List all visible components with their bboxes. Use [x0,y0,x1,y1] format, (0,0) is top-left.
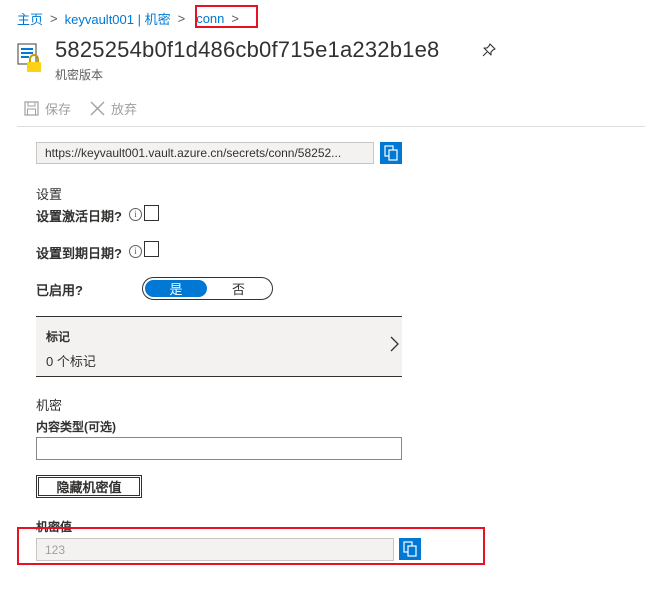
chevron-right-icon: > [177,10,186,26]
page-subtitle: 机密版本 [55,68,104,82]
page-title: 5825254b0f1d486cb0f715e1a232b1e8 [55,37,440,62]
info-icon[interactable]: i [129,245,142,258]
tags-count: 0 个标记 [46,354,96,369]
breadcrumb-vault-link[interactable]: keyvault001 | 机密 [65,9,171,28]
content-type-input[interactable] [36,437,402,460]
activation-date-checkbox[interactable] [144,205,159,221]
secret-identifier-field[interactable]: https://keyvault001.vault.azure.cn/secre… [36,142,374,164]
copy-url-button[interactable] [380,142,402,164]
info-icon[interactable]: i [129,208,142,221]
pin-icon[interactable] [482,43,496,57]
hide-secret-value-button[interactable]: 隐藏机密值 [36,475,142,498]
toggle-no-option[interactable]: 否 [207,280,270,297]
close-icon [90,101,105,116]
enabled-label: 已启用? [36,283,83,298]
secret-icon [17,43,45,73]
chevron-right-icon: > [50,10,58,26]
save-button[interactable]: 保存 [24,99,71,118]
toggle-yes-option[interactable]: 是 [145,280,207,297]
toggle-yes-label: 是 [169,282,183,297]
highlight-box-breadcrumb [195,5,258,28]
save-label: 保存 [45,102,72,117]
expiration-date-checkbox[interactable] [144,241,159,257]
expiration-date-label: 设置到期日期? [36,246,122,261]
secret-section-title: 机密 [36,398,63,413]
save-icon [24,101,39,116]
hide-secret-value-label: 隐藏机密值 [56,480,122,495]
tags-panel[interactable]: 标记 0 个标记 [36,316,402,377]
copy-icon [384,145,398,161]
settings-section-title: 设置 [36,187,63,202]
toolbar-divider [17,126,645,127]
discard-button[interactable]: 放弃 [90,99,137,118]
activation-date-label: 设置激活日期? [36,209,122,224]
chevron-right-icon [389,336,399,352]
breadcrumb-home-link[interactable]: 主页 [17,9,43,28]
toggle-no-label: 否 [231,282,245,297]
content-type-label: 内容类型(可选) [36,420,116,434]
tags-title: 标记 [46,330,71,344]
discard-label: 放弃 [111,102,138,117]
secret-identifier-text: https://keyvault001.vault.azure.cn/secre… [45,146,342,160]
enabled-toggle: 是 否 [142,277,273,300]
highlight-box-secret-value [17,527,485,565]
